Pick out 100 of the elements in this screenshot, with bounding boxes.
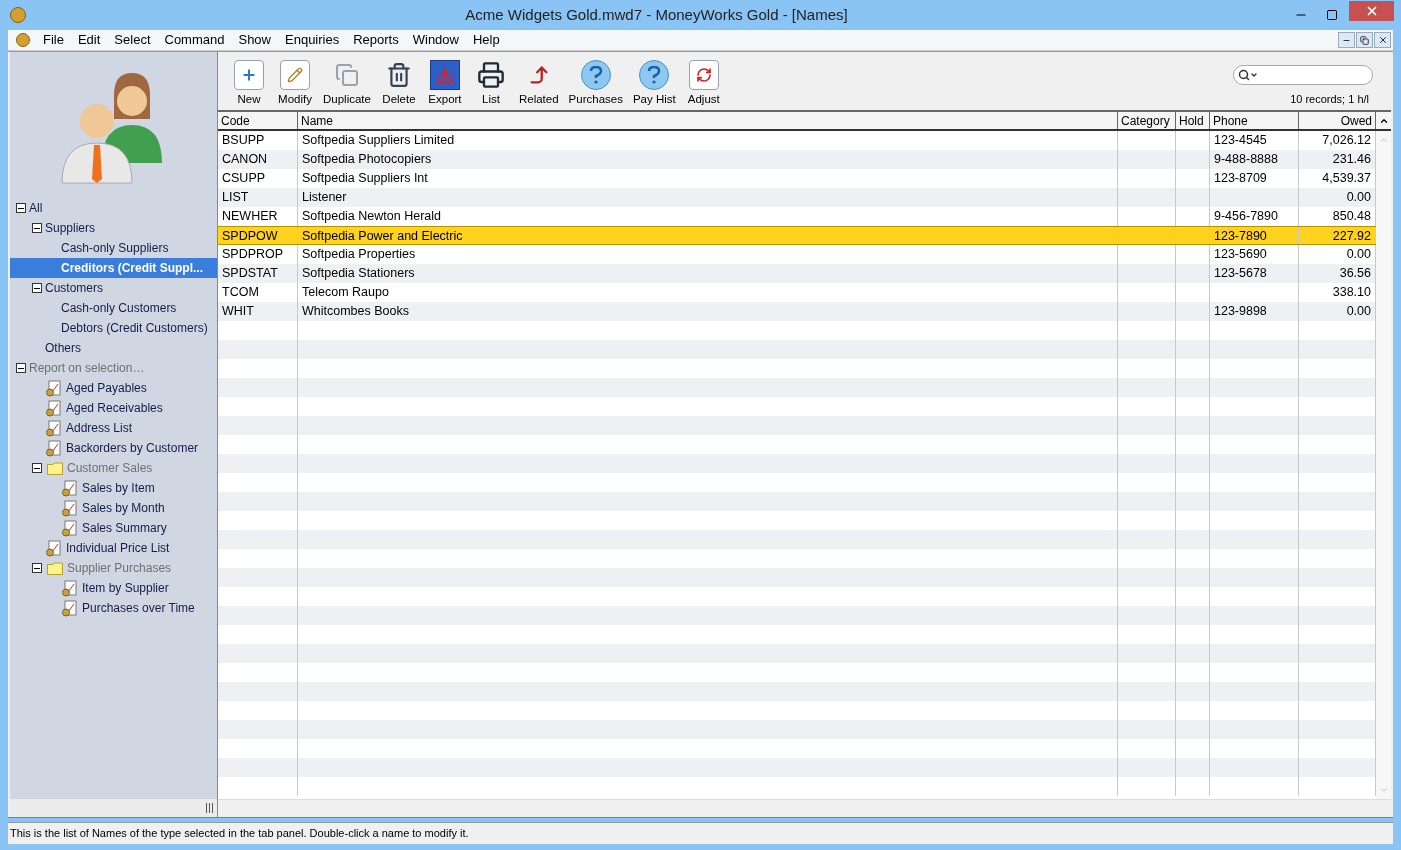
- sort-icon[interactable]: [1376, 112, 1391, 129]
- tree-item[interactable]: All: [10, 198, 217, 218]
- table-cell: NEWHER: [222, 209, 278, 223]
- caret-icon: [1250, 71, 1258, 79]
- toolbar-button[interactable]: Purchases: [563, 60, 628, 106]
- table-cell: Softpedia Stationers: [302, 266, 415, 280]
- menu-item[interactable]: Select: [107, 30, 158, 50]
- toolbar-button[interactable]: New: [226, 60, 272, 106]
- tree-item[interactable]: Customer Sales: [10, 458, 217, 478]
- table-row[interactable]: SPDPOW Softpedia Power and Electric 123-7890 227.92: [218, 226, 1376, 245]
- table-row[interactable]: SPDSTAT Softpedia Stationers 123-5678 36.56: [218, 264, 1376, 283]
- toolbar-button[interactable]: Duplicate: [318, 60, 376, 106]
- search-field[interactable]: [1233, 65, 1373, 85]
- toolbar-button[interactable]: Pay Hist: [627, 60, 681, 106]
- table-cell: Softpedia Suppliers Int: [302, 171, 428, 185]
- app-menu-icon[interactable]: [16, 33, 30, 47]
- toolbar-button[interactable]: Adjust: [680, 60, 727, 106]
- table-cell: 123-5678: [1214, 266, 1267, 280]
- column-header[interactable]: Hold: [1176, 112, 1210, 129]
- report-icon: [45, 419, 62, 437]
- column-header[interactable]: Category: [1118, 112, 1176, 129]
- table-cell: 123-8709: [1214, 171, 1267, 185]
- table-cell: 7,026.12: [1322, 133, 1371, 147]
- mdi-close-button[interactable]: [1374, 32, 1391, 48]
- column-header[interactable]: Owed: [1299, 112, 1376, 129]
- report-icon: [61, 499, 78, 517]
- table-cell: 4,539.37: [1322, 171, 1371, 185]
- horizontal-scrollbar[interactable]: [218, 799, 1391, 817]
- table-cell: Softpedia Photocopiers: [302, 152, 432, 166]
- new-document-icon: [234, 60, 264, 90]
- column-header[interactable]: Phone: [1210, 112, 1299, 129]
- tree-item[interactable]: Suppliers: [10, 218, 217, 238]
- tree-item[interactable]: Backorders by Customer: [10, 438, 217, 458]
- tree-item[interactable]: Debtors (Credit Customers): [10, 318, 217, 338]
- window-title: Acme Widgets Gold.mwd7 - MoneyWorks Gold - [Names]: [464, 4, 849, 25]
- menu-item[interactable]: Help: [466, 30, 507, 50]
- menu-item[interactable]: Reports: [346, 30, 406, 50]
- table-cell: Whitcombes Books: [302, 304, 409, 318]
- folder-icon: [47, 461, 63, 475]
- menu-item[interactable]: Window: [405, 30, 466, 50]
- tree-item[interactable]: Individual Price List: [10, 538, 217, 558]
- tree-item[interactable]: Address List: [10, 418, 217, 438]
- tree-item[interactable]: Cash-only Customers: [10, 298, 217, 318]
- tree-item[interactable]: Supplier Purchases: [10, 558, 217, 578]
- table-cell: Softpedia Power and Electric: [302, 229, 463, 243]
- menu-item[interactable]: Show: [231, 30, 278, 50]
- tree-item[interactable]: Sales Summary: [10, 518, 217, 538]
- folder-icon: [47, 561, 63, 575]
- mdi-restore-button[interactable]: [1356, 32, 1373, 48]
- collapse-icon[interactable]: [32, 563, 42, 573]
- tree-item[interactable]: Aged Receivables: [10, 398, 217, 418]
- table-cell: 123-4545: [1214, 133, 1267, 147]
- toolbar-button[interactable]: Related: [513, 60, 564, 106]
- collapse-icon[interactable]: [32, 463, 42, 473]
- table-cell: 0.00: [1346, 304, 1371, 318]
- table-row[interactable]: CANON Softpedia Photocopiers 9-488-8888 231.46: [218, 150, 1376, 169]
- report-icon: [45, 539, 62, 557]
- toolbar-button[interactable]: Modify: [272, 60, 318, 106]
- table-cell: 227.92: [1332, 229, 1371, 243]
- maximize-icon: [1326, 9, 1338, 21]
- tree-item[interactable]: Sales by Month: [10, 498, 217, 518]
- help-icon: [639, 60, 670, 90]
- toolbar-button[interactable]: Export: [421, 60, 468, 106]
- table-cell: 338.10: [1332, 285, 1371, 299]
- tree-item[interactable]: Others: [10, 338, 217, 358]
- table-cell: 0.00: [1346, 190, 1371, 204]
- collapse-icon[interactable]: [32, 283, 42, 293]
- table-cell: Telecom Raupo: [302, 285, 389, 299]
- toolbar-button[interactable]: Delete: [375, 60, 422, 106]
- tree-item[interactable]: Aged Payables: [10, 378, 217, 398]
- tree-item[interactable]: Customers: [10, 278, 217, 298]
- table-row[interactable]: WHIT Whitcombes Books 123-9898 0.00: [218, 302, 1376, 321]
- table-cell: 850.48: [1332, 209, 1371, 223]
- grip-icon: [206, 803, 213, 813]
- toolbar-button[interactable]: List: [467, 60, 514, 106]
- mdi-minimize-button[interactable]: [1338, 32, 1355, 48]
- status-text: This is the list of Names of the type selected in the tab panel. Double-click a name to modify it.: [10, 826, 469, 842]
- tree-item[interactable]: Sales by Item: [10, 478, 217, 498]
- table-cell: 9-488-8888: [1214, 152, 1278, 166]
- column-header[interactable]: Name: [298, 112, 1118, 129]
- tree-item[interactable]: Cash-only Suppliers: [10, 238, 217, 258]
- collapse-icon[interactable]: [32, 223, 42, 233]
- table-row[interactable]: LIST Listener 0.00: [218, 188, 1376, 207]
- menu-item[interactable]: Edit: [70, 30, 108, 50]
- report-icon: [45, 439, 62, 457]
- menu-item[interactable]: File: [36, 30, 71, 50]
- table-cell: Softpedia Suppliers Limited: [302, 133, 455, 147]
- tree-item[interactable]: Creditors (Credit Suppl...: [10, 258, 217, 278]
- report-icon: [45, 399, 62, 417]
- menu-item[interactable]: Command: [157, 30, 232, 50]
- tree-item[interactable]: Purchases over Time: [10, 598, 217, 618]
- tree-item[interactable]: Report on selection…: [10, 358, 217, 378]
- collapse-icon[interactable]: [16, 203, 26, 213]
- tree-item[interactable]: Item by Supplier: [10, 578, 217, 598]
- collapse-icon[interactable]: [16, 363, 26, 373]
- column-header[interactable]: Code: [218, 112, 298, 129]
- table-cell: 231.46: [1332, 152, 1371, 166]
- app-logo-icon: [10, 7, 26, 23]
- menu-item[interactable]: Enquiries: [278, 30, 347, 50]
- table-cell: 36.56: [1339, 266, 1371, 280]
